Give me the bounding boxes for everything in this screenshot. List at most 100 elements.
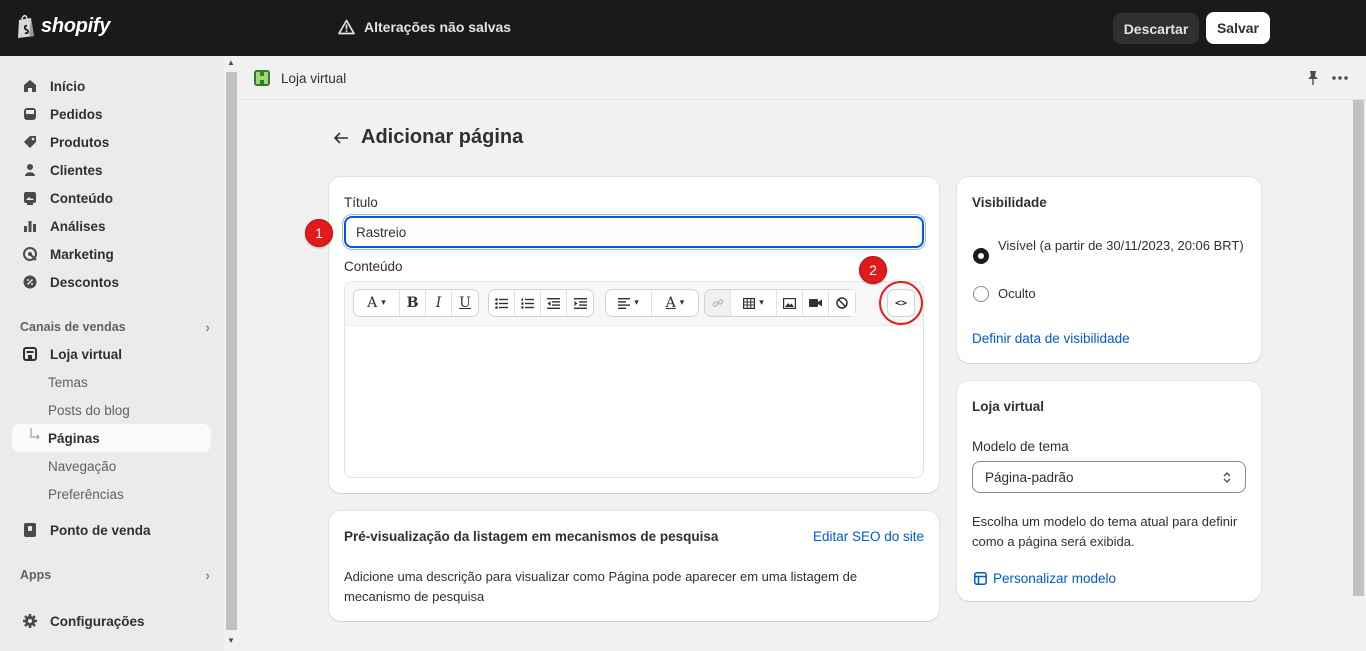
main-header: Loja virtual [239,56,1366,100]
unsaved-text: Alterações não salvas [364,19,512,35]
align-dropdown[interactable]: ▾ [606,290,652,316]
sidebar-item-label: Conteúdo [50,190,113,206]
chevron-down-icon: ▾ [759,298,764,308]
pin-icon[interactable] [1306,70,1320,86]
sidebar-item-label: Início [50,78,86,94]
editor-body[interactable] [345,326,923,477]
title-input[interactable] [342,214,926,250]
logo-text: shopify [41,14,111,37]
sidebar-item-customers[interactable]: Clientes [12,156,211,184]
hidden-label[interactable]: Oculto [998,284,1036,304]
table-dropdown[interactable]: ▾ [731,290,777,316]
sidebar-item-label: Análises [50,218,106,234]
insert-image-button[interactable] [777,290,803,316]
numbered-list-icon [521,298,534,309]
sidebar-item-home[interactable]: Início [12,72,211,100]
hidden-radio[interactable] [973,286,989,302]
sidebar-sub-preferences[interactable]: Preferências [12,480,211,508]
scroll-down-icon[interactable]: ▼ [227,636,235,645]
image-icon [783,297,796,309]
scroll-up-icon[interactable]: ▲ [227,58,235,67]
sidebar-item-discounts[interactable]: Descontos [12,268,211,296]
insert-video-button[interactable] [803,290,829,316]
indent-button[interactable] [567,290,593,316]
image-icon [24,192,36,205]
sidebar-item-pos[interactable]: Ponto de venda [12,516,211,544]
chevron-right-icon: › [205,319,210,335]
save-button[interactable]: Salvar [1206,12,1270,44]
bold-button[interactable]: B [400,290,426,316]
sidebar-item-orders[interactable]: Pedidos [12,100,211,128]
visible-label[interactable]: Visível (a partir de 30/11/2023, 20:06 B… [998,236,1248,256]
sidebar-item-online-store[interactable]: Loja virtual [12,340,211,368]
sidebar-sub-label: Páginas [48,430,100,446]
underline-button[interactable]: U [452,290,478,316]
sidebar-item-label: Descontos [50,274,120,290]
numbered-list-button[interactable] [515,290,541,316]
editor-toolbar: A ▾ B I U ▾ A ▾ ▾ <> [345,282,923,326]
sidebar-sub-pages[interactable]: Páginas [12,424,211,452]
sidebar-sub-blog-posts[interactable]: Posts do blog [12,396,211,424]
customize-template-label: Personalizar modelo [993,571,1117,586]
apps-section[interactable]: Apps › [20,567,210,583]
video-icon [809,299,822,307]
sidebar-item-content[interactable]: Conteúdo [12,184,211,212]
italic-button[interactable]: I [426,290,452,316]
page-content-card: Título Conteúdo A▾ B I U [329,177,939,493]
warning-icon [338,19,355,35]
main-scrollbar-thumb[interactable] [1353,100,1364,596]
home-icon [24,80,36,92]
sidebar-scrollbar-thumb[interactable] [226,72,237,630]
list-group [488,289,594,317]
text-color-icon: A [665,295,676,311]
clear-format-button[interactable] [829,290,855,316]
pos-icon [24,523,36,537]
select-chevron-icon [1223,472,1231,483]
seo-heading: Pré-visualização da listagem em mecanism… [344,529,719,544]
customize-template-link[interactable]: Personalizar modelo [974,571,1116,586]
outdent-button[interactable] [541,290,567,316]
person-icon [25,164,35,176]
discard-button[interactable]: Descartar [1113,13,1199,44]
annotation-ring [879,281,923,325]
sidebar-scrollbar[interactable]: ▲ ▼ [224,56,239,651]
table-icon [743,297,756,309]
sidebar-item-label: Produtos [50,134,110,150]
back-arrow-icon[interactable] [333,131,349,145]
sub-item-arrow-icon [30,428,40,440]
annotation-marker-1: 1 [305,219,333,247]
unsaved-changes-indicator: Alterações não salvas [338,19,511,35]
link-icon [711,299,724,307]
text-color-dropdown[interactable]: A ▾ [652,290,698,316]
sidebar-item-products[interactable]: Produtos [12,128,211,156]
link-button[interactable] [705,290,731,316]
underline-icon: U [459,295,471,311]
sidebar-item-analytics[interactable]: Análises [12,212,211,240]
sales-channels-section[interactable]: Canais de vendas › [20,319,210,335]
apps-label: Apps [20,568,52,582]
template-select[interactable]: Página-padrão [972,461,1246,493]
seo-description: Adicione uma descrição para visualizar c… [344,569,858,604]
sidebar-sub-themes[interactable]: Temas [12,368,211,396]
font-style-dropdown[interactable]: A ▾ [354,290,400,316]
sidebar-item-marketing[interactable]: Marketing [12,240,211,268]
text-format-group: A ▾ B I U [353,289,479,317]
sidebar-sub-navigation[interactable]: Navegação [12,452,211,480]
title-label: Título [344,195,378,210]
main-scrollbar[interactable] [1351,100,1366,651]
visibility-heading: Visibilidade [972,195,1047,210]
indent-icon [573,297,587,309]
edit-seo-link[interactable]: Editar SEO do site [813,529,924,544]
tag-icon [24,136,36,148]
shopify-logo[interactable]: shopify [16,14,110,38]
layout-icon [974,572,987,585]
set-visibility-date-link[interactable]: Definir data de visibilidade [972,331,1130,346]
visible-radio[interactable] [973,248,989,264]
italic-icon: I [435,295,442,311]
clear-format-icon [836,297,848,309]
bullet-list-button[interactable] [489,290,515,316]
more-options-icon[interactable] [1332,76,1348,80]
sidebar-item-settings[interactable]: Configurações [12,607,211,635]
store-breadcrumb[interactable]: Loja virtual [253,69,346,87]
outdent-icon [547,297,560,309]
